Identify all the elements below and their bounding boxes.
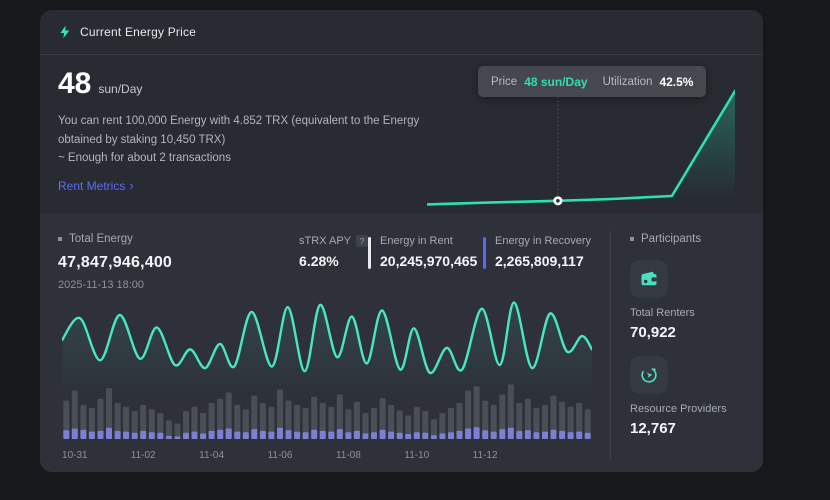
total-energy-value: 47,847,946,400 (58, 254, 172, 272)
participant-item-providers: Resource Providers 12,767 (630, 356, 763, 437)
card-header: Current Energy Price (40, 10, 763, 55)
participants-panel: Participants Total Renters 70,922 (630, 233, 763, 437)
participants-title: Participants (630, 233, 763, 245)
x-axis-label: 11-04 (199, 450, 224, 461)
card-title: Current Energy Price (80, 25, 196, 39)
stat-energy-in-rent: Energy in Rent 20,245,970,465 (368, 235, 483, 269)
total-energy-timestamp: 2025-11-13 18:00 (58, 279, 172, 291)
stat-accent-bar (483, 237, 486, 269)
x-axis-label: 11-12 (473, 450, 498, 461)
stat-strx-apy: sTRX APY ? 6.28% (290, 235, 368, 269)
current-energy-price-card: Current Energy Price 48 sun/Day You can … (40, 10, 763, 472)
energy-dashboard-page: Current Energy Price 48 sun/Day You can … (0, 0, 830, 500)
price-description: You can rent 100,000 Energy with 4.852 T… (58, 112, 428, 168)
square-bullet-icon (630, 237, 634, 241)
vertical-divider (610, 231, 611, 459)
lightning-icon (58, 25, 72, 39)
send-circle-icon (630, 356, 668, 394)
price-sparkline-chart[interactable] (427, 83, 735, 213)
help-icon[interactable]: ? (356, 235, 368, 247)
rent-metrics-link[interactable]: Rent Metrics › (58, 179, 134, 193)
x-axis-label: 10-31 (62, 450, 88, 461)
providers-value: 12,767 (630, 420, 763, 437)
providers-label: Resource Providers (630, 403, 763, 415)
total-energy-label: Total Energy (58, 233, 172, 245)
energy-history-chart[interactable]: 10-31 11-02 11-04 11-06 11-08 11-10 11-12 (62, 297, 592, 465)
price-value: 48 (58, 69, 91, 99)
x-axis-label: 11-08 (336, 450, 361, 461)
chevron-right-icon: › (129, 179, 133, 192)
wallet-icon (630, 260, 668, 298)
total-energy-section: Total Energy 47,847,946,400 2025-11-13 1… (40, 213, 763, 472)
x-axis-label: 11-10 (404, 450, 429, 461)
price-unit: sun/Day (98, 82, 142, 96)
renters-value: 70,922 (630, 324, 763, 341)
stat-accent-bar (368, 237, 371, 269)
x-axis: 10-31 11-02 11-04 11-06 11-08 11-10 11-12 (62, 450, 592, 466)
x-axis-label: 11-02 (131, 450, 156, 461)
price-section: 48 sun/Day You can rent 100,000 Energy w… (40, 55, 763, 213)
total-energy-block: Total Energy 47,847,946,400 2025-11-13 1… (58, 233, 172, 291)
x-axis-label: 11-06 (268, 450, 293, 461)
square-bullet-icon (58, 237, 62, 241)
participant-item-renters: Total Renters 70,922 (630, 260, 763, 341)
price-block: 48 sun/Day You can rent 100,000 Energy w… (58, 69, 428, 195)
renters-label: Total Renters (630, 307, 763, 319)
stat-energy-in-recovery: Energy in Recovery 2,265,809,117 (483, 235, 591, 269)
stats-row: sTRX APY ? 6.28% Energy in Rent 20,245,9… (290, 235, 591, 269)
